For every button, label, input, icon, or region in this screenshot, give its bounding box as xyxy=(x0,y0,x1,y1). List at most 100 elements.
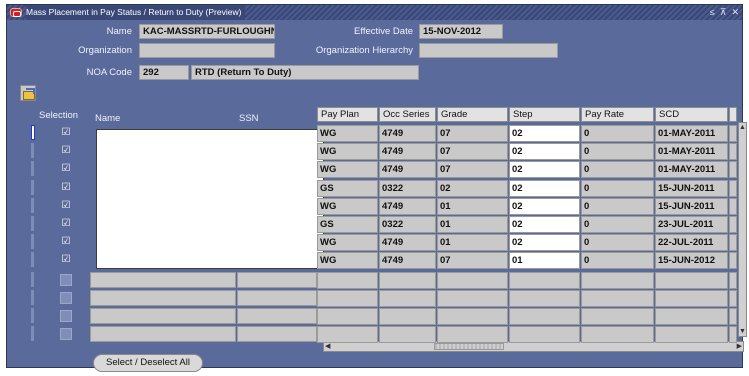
cell-scd[interactable] xyxy=(655,326,728,344)
cell-pay-plan[interactable]: WG xyxy=(317,143,378,161)
cell-grade[interactable] xyxy=(437,308,508,325)
cell-scd[interactable]: 01-MAY-2011 xyxy=(655,143,728,161)
cell-occ-series[interactable]: 4749 xyxy=(379,125,436,142)
cell-pay-plan[interactable]: WG xyxy=(317,252,378,270)
cell-occ-series[interactable]: 4749 xyxy=(379,197,436,215)
cell-scd[interactable]: 15-JUN-2011 xyxy=(655,197,728,215)
cell-step[interactable]: 02 xyxy=(509,143,580,161)
selection-checkbox[interactable] xyxy=(60,291,72,304)
cell-grade[interactable]: 07 xyxy=(437,252,508,270)
cell-pay-rate[interactable]: 0 xyxy=(581,197,654,215)
organization-field[interactable] xyxy=(139,43,275,58)
cell-next-column[interactable] xyxy=(729,143,737,161)
cell-pay-plan[interactable]: WG xyxy=(317,125,378,142)
cell-next-column[interactable] xyxy=(729,289,737,307)
cell-ssn[interactable] xyxy=(237,308,317,324)
cell-pay-rate[interactable]: 0 xyxy=(581,234,654,252)
cell-pay-rate[interactable]: 0 xyxy=(581,161,654,179)
cell-step[interactable] xyxy=(509,289,580,307)
cell-next-column[interactable] xyxy=(729,125,737,142)
scroll-left-icon[interactable]: ◀ xyxy=(325,342,330,351)
cell-scd[interactable]: 22-JUL-2011 xyxy=(655,234,728,252)
cell-next-column[interactable] xyxy=(729,308,737,325)
cell-step[interactable]: 02 xyxy=(509,179,580,197)
cell-occ-series[interactable] xyxy=(379,289,436,307)
selection-checkbox[interactable]: ☑ xyxy=(60,218,72,230)
selection-checkbox[interactable]: ☑ xyxy=(60,200,72,212)
cell-pay-rate[interactable] xyxy=(581,308,654,325)
cell-ssn[interactable] xyxy=(237,271,317,288)
minimize-icon[interactable]: ≤ xyxy=(710,5,715,20)
cell-scd[interactable]: 01-MAY-2011 xyxy=(655,125,728,142)
cell-step[interactable]: 02 xyxy=(509,234,580,252)
cell-next-column[interactable] xyxy=(729,252,737,270)
cell-scd[interactable] xyxy=(655,271,728,289)
effective-date-field[interactable]: 15-NOV-2012 xyxy=(419,24,503,39)
occ-series-header[interactable]: Occ Series xyxy=(379,107,436,122)
horizontal-scroll-thumb[interactable] xyxy=(434,343,504,350)
close-icon[interactable]: ✕ xyxy=(731,5,739,20)
scd-header[interactable]: SCD xyxy=(655,107,728,122)
cell-next-column[interactable] xyxy=(729,197,737,215)
cell-grade[interactable]: 01 xyxy=(437,216,508,233)
row-indicator[interactable] xyxy=(31,161,34,177)
cell-occ-series[interactable]: 0322 xyxy=(379,179,436,197)
cell-grade[interactable]: 07 xyxy=(437,143,508,161)
cell-name[interactable] xyxy=(90,271,236,288)
selection-checkbox[interactable] xyxy=(60,310,72,322)
cell-pay-rate[interactable]: 0 xyxy=(581,143,654,161)
row-indicator[interactable] xyxy=(31,143,34,159)
cell-name[interactable] xyxy=(90,326,236,343)
selection-checkbox[interactable]: ☑ xyxy=(60,127,72,139)
cell-name[interactable] xyxy=(90,308,236,324)
cell-grade[interactable]: 07 xyxy=(437,125,508,142)
cell-scd[interactable]: 01-MAY-2011 xyxy=(655,161,728,179)
cell-pay-rate[interactable] xyxy=(581,326,654,344)
cell-pay-plan[interactable] xyxy=(317,326,378,344)
cell-step[interactable] xyxy=(509,308,580,325)
cell-scd[interactable]: 23-JUL-2011 xyxy=(655,216,728,233)
cell-occ-series[interactable]: 4749 xyxy=(379,252,436,270)
cell-step[interactable]: 01 xyxy=(509,252,580,270)
row-indicator[interactable] xyxy=(31,125,35,140)
cell-occ-series[interactable]: 4749 xyxy=(379,234,436,252)
org-hierarchy-field[interactable] xyxy=(419,43,558,58)
selection-checkbox[interactable]: ☑ xyxy=(60,254,72,266)
cell-grade[interactable] xyxy=(437,289,508,307)
row-indicator[interactable] xyxy=(31,197,34,213)
next-column-header[interactable] xyxy=(729,107,737,122)
grade-header[interactable]: Grade xyxy=(437,107,508,122)
cell-scd[interactable]: 15-JUN-2011 xyxy=(655,179,728,197)
selection-checkbox[interactable]: ☑ xyxy=(60,145,72,157)
cell-occ-series[interactable]: 0322 xyxy=(379,216,436,233)
cell-scd[interactable] xyxy=(655,289,728,307)
cell-occ-series[interactable] xyxy=(379,326,436,344)
selection-checkbox[interactable]: ☑ xyxy=(60,236,72,248)
cell-step[interactable]: 02 xyxy=(509,125,580,142)
selection-checkbox[interactable]: ☑ xyxy=(60,163,72,175)
scroll-up-icon[interactable]: ▲ xyxy=(739,123,746,132)
cell-step[interactable]: 02 xyxy=(509,216,580,233)
cell-grade[interactable]: 01 xyxy=(437,234,508,252)
cell-occ-series[interactable] xyxy=(379,271,436,289)
cell-step[interactable]: 02 xyxy=(509,197,580,215)
selection-checkbox[interactable] xyxy=(60,328,72,341)
cell-pay-plan[interactable] xyxy=(317,289,378,307)
vertical-scrollbar[interactable]: ▲ ▼ xyxy=(738,122,747,337)
cell-pay-rate[interactable]: 0 xyxy=(581,125,654,142)
maximize-icon[interactable]: ⊼ xyxy=(720,5,727,20)
cell-pay-rate[interactable]: 0 xyxy=(581,252,654,270)
cell-scd[interactable] xyxy=(655,308,728,325)
cell-scd[interactable]: 15-JUN-2012 xyxy=(655,252,728,270)
row-indicator[interactable] xyxy=(31,216,34,231)
open-folder-icon[interactable] xyxy=(20,85,36,101)
cell-next-column[interactable] xyxy=(729,326,737,344)
cell-next-column[interactable] xyxy=(729,234,737,252)
cell-pay-plan[interactable]: GS xyxy=(317,179,378,197)
cell-pay-rate[interactable]: 0 xyxy=(581,216,654,233)
step-header[interactable]: Step xyxy=(509,107,580,122)
pay-rate-header[interactable]: Pay Rate xyxy=(581,107,654,122)
cell-pay-plan[interactable] xyxy=(317,271,378,289)
cell-next-column[interactable] xyxy=(729,271,737,289)
selection-checkbox[interactable] xyxy=(60,273,72,286)
